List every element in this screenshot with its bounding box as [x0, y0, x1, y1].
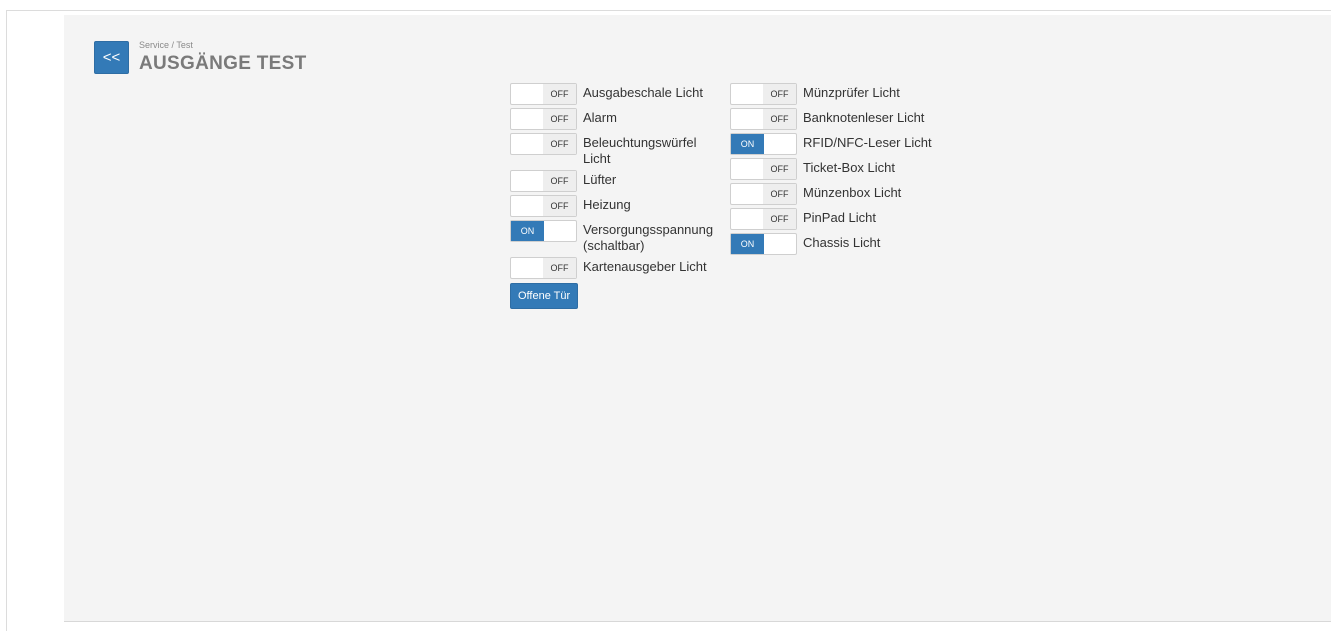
- output-label: Banknotenleser Licht: [803, 110, 925, 125]
- toggle-versorgungsspannung-schaltbar[interactable]: OFFON: [510, 220, 577, 242]
- toggle-off-text: OFF: [543, 109, 576, 129]
- toggle-off-text: OFF: [543, 196, 576, 216]
- output-label: Ausgabeschale Licht: [583, 85, 703, 100]
- output-label: Beleuchtungswürfel Licht: [583, 135, 697, 166]
- toggle-off-text: OFF: [763, 209, 796, 229]
- breadcrumb: Service / Test: [139, 40, 193, 50]
- toggle-ticket-box-licht[interactable]: OFFON: [730, 158, 797, 180]
- output-label: Lüfter: [583, 172, 617, 187]
- output-label: Ticket-Box Licht: [803, 160, 895, 175]
- right-output-column: OFFONMünzprüfer LichtOFFONBanknotenleser…: [730, 83, 945, 258]
- output-label: RFID/NFC-Leser Licht: [803, 135, 932, 150]
- toggle-off-text: OFF: [543, 84, 576, 104]
- output-row-banknotenleser-licht: OFFON Banknotenleser Licht: [730, 108, 945, 130]
- toggle-kartenausgeber-licht[interactable]: OFFON: [510, 257, 577, 279]
- toggle-alarm[interactable]: OFFON: [510, 108, 577, 130]
- output-row-l-fter: OFFON Lüfter: [510, 170, 725, 192]
- output-row-ausgabeschale-licht: OFFON Ausgabeschale Licht: [510, 83, 725, 105]
- output-label: PinPad Licht: [803, 210, 876, 225]
- top-divider: [6, 10, 1331, 11]
- toggle-heizung[interactable]: OFFON: [510, 195, 577, 217]
- output-label: Versorgungsspannung (schaltbar): [583, 222, 714, 253]
- toggle-rfid-nfc-leser-licht[interactable]: OFFON: [730, 133, 797, 155]
- toggle-off-text: OFF: [763, 109, 796, 129]
- toggle-on-text: ON: [511, 221, 544, 241]
- left-divider: [6, 10, 7, 631]
- toggle-pinpad-licht[interactable]: OFFON: [730, 208, 797, 230]
- output-row-ticket-box-licht: OFFON Ticket-Box Licht: [730, 158, 945, 180]
- toggle-l-fter[interactable]: OFFON: [510, 170, 577, 192]
- output-row-kartenausgeber-licht: OFFON Kartenausgeber Licht: [510, 257, 725, 279]
- output-label: Kartenausgeber Licht: [583, 259, 707, 274]
- output-label: Heizung: [583, 197, 631, 212]
- toggle-off-text: OFF: [543, 258, 576, 278]
- page-title: AUSGÄNGE TEST: [139, 53, 307, 74]
- output-row-chassis-licht: OFFON Chassis Licht: [730, 233, 945, 255]
- left-output-column: OFFONAusgabeschale LichtOFFONAlarmOFFONB…: [510, 83, 725, 309]
- open-door-button[interactable]: Offene Tür: [510, 283, 579, 309]
- output-label: Münzenbox Licht: [803, 185, 902, 200]
- output-row-beleuchtungsw-rfel-licht: OFFON Beleuchtungswürfel Licht: [510, 133, 725, 167]
- back-button[interactable]: <<: [94, 41, 129, 74]
- toggle-off-text: OFF: [763, 159, 796, 179]
- output-row-versorgungsspannung-schaltbar: OFFON Versorgungsspannung (schaltbar): [510, 220, 725, 254]
- output-row-rfid-nfc-leser-licht: OFFON RFID/NFC-Leser Licht: [730, 133, 945, 155]
- toggle-on-text: ON: [731, 234, 764, 254]
- output-row-pinpad-licht: OFFON PinPad Licht: [730, 208, 945, 230]
- toggle-beleuchtungsw-rfel-licht[interactable]: OFFON: [510, 133, 577, 155]
- toggle-banknotenleser-licht[interactable]: OFFON: [730, 108, 797, 130]
- output-row-m-nzenbox-licht: OFFON Münzenbox Licht: [730, 183, 945, 205]
- output-row-m-nzpr-fer-licht: OFFON Münzprüfer Licht: [730, 83, 945, 105]
- output-label: Chassis Licht: [803, 235, 881, 250]
- output-label: Alarm: [583, 110, 617, 125]
- toggle-m-nzenbox-licht[interactable]: OFFON: [730, 183, 797, 205]
- toggle-ausgabeschale-licht[interactable]: OFFON: [510, 83, 577, 105]
- toggle-m-nzpr-fer-licht[interactable]: OFFON: [730, 83, 797, 105]
- toggle-off-text: OFF: [543, 171, 576, 191]
- output-row-alarm: OFFON Alarm: [510, 108, 725, 130]
- output-row-heizung: OFFON Heizung: [510, 195, 725, 217]
- toggle-on-text: ON: [731, 134, 764, 154]
- output-label: Münzprüfer Licht: [803, 85, 900, 100]
- toggle-off-text: OFF: [763, 184, 796, 204]
- toggle-chassis-licht[interactable]: OFFON: [730, 233, 797, 255]
- toggle-off-text: OFF: [543, 134, 576, 154]
- toggle-off-text: OFF: [763, 84, 796, 104]
